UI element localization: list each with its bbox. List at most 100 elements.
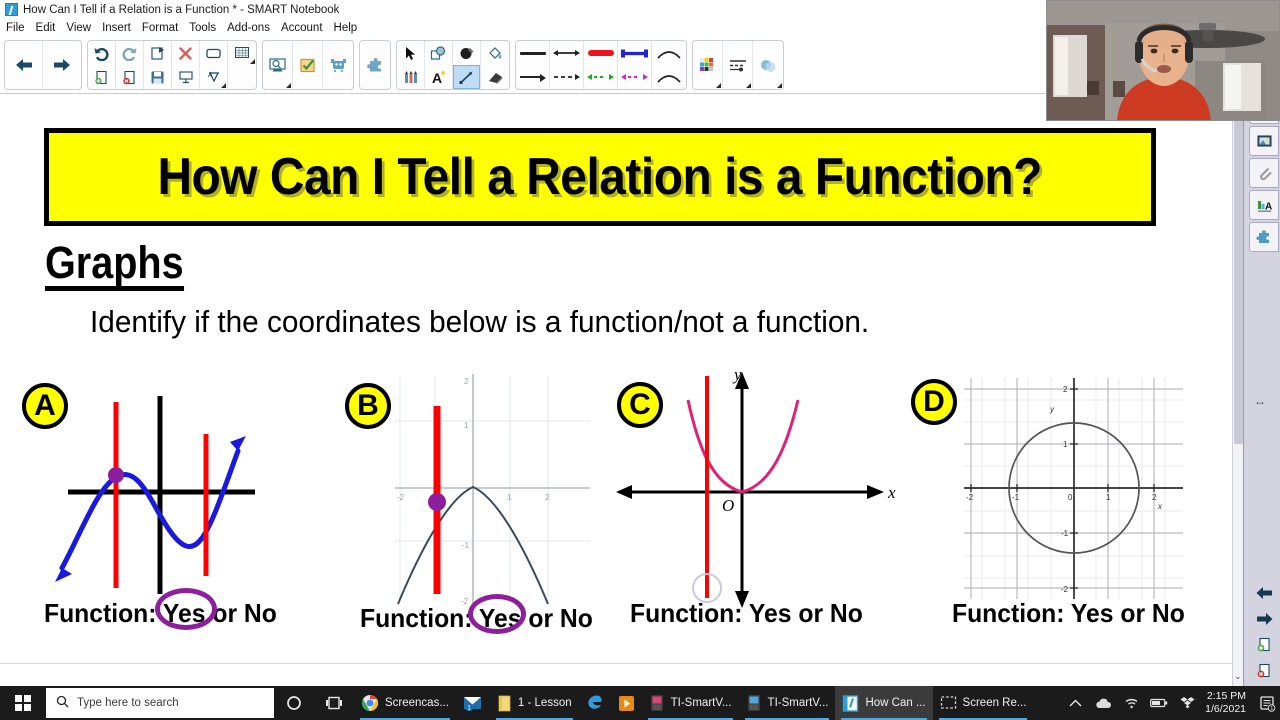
scrollbar-thumb[interactable] bbox=[1234, 94, 1243, 444]
menu-item-addons[interactable]: Add-ons bbox=[227, 22, 277, 34]
taskbar-app-label: TI-SmartV... bbox=[767, 697, 829, 709]
battery-icon[interactable] bbox=[1145, 698, 1173, 708]
action-center-icon[interactable]: 1 bbox=[1254, 695, 1280, 712]
select-pointer-icon[interactable] bbox=[397, 41, 424, 65]
svg-text:2: 2 bbox=[464, 377, 469, 386]
dual-page-icon[interactable]: A bbox=[200, 65, 227, 89]
svg-text:-2: -2 bbox=[966, 493, 974, 502]
taskbar-app-edge[interactable] bbox=[579, 686, 611, 720]
sidebar-item-gallery[interactable] bbox=[1249, 126, 1279, 156]
taskbar-app-chrome[interactable]: Screencas... bbox=[354, 686, 456, 720]
taskbar-app-media-player[interactable] bbox=[611, 686, 642, 720]
graph-d-prompt: Function: Yes or No bbox=[952, 598, 1185, 628]
full-screen-icon[interactable] bbox=[200, 41, 227, 65]
sidebar-item-attachments[interactable] bbox=[1249, 158, 1279, 188]
notebook-canvas[interactable]: How Can I Tell a Relation is a Function?… bbox=[0, 94, 1243, 686]
add-page-icon[interactable] bbox=[88, 65, 115, 89]
sidebar-add-page-icon[interactable] bbox=[1249, 632, 1279, 658]
svg-text:1: 1 bbox=[1270, 706, 1273, 712]
graph-a-prompt: Function: Yes or No bbox=[44, 598, 277, 628]
green-dashed-arrow-icon[interactable] bbox=[584, 65, 617, 89]
svg-text:1: 1 bbox=[467, 705, 471, 712]
taskbar-app-ti-smartview-1[interactable]: TI-SmartV... bbox=[642, 686, 739, 720]
taskbar-app-label: Screen Re... bbox=[962, 697, 1027, 709]
eraser-icon[interactable] bbox=[481, 65, 509, 89]
delete-icon[interactable] bbox=[172, 41, 199, 65]
open-file-icon[interactable] bbox=[144, 41, 171, 65]
right-sidebar: A ↔ bbox=[1243, 94, 1280, 686]
save-icon[interactable] bbox=[144, 65, 171, 89]
single-arrow-line-icon[interactable] bbox=[516, 65, 549, 89]
sidebar-delete-page-icon[interactable] bbox=[1249, 658, 1279, 684]
task-view-icon[interactable] bbox=[314, 686, 354, 720]
back-arrow-icon[interactable] bbox=[5, 41, 42, 89]
pens-icon[interactable] bbox=[397, 65, 424, 89]
sidebar-item-addons[interactable] bbox=[1249, 222, 1279, 252]
dashed-arrow-icon[interactable] bbox=[550, 65, 583, 89]
toolbar-group-tools: A bbox=[396, 40, 510, 90]
color-palette-icon[interactable] bbox=[693, 41, 722, 89]
svg-text:2: 2 bbox=[1152, 493, 1157, 502]
table-icon[interactable] bbox=[228, 41, 256, 65]
plain-line-icon[interactable] bbox=[516, 41, 549, 65]
menu-item-tools[interactable]: Tools bbox=[189, 22, 223, 34]
windows-logo-icon[interactable] bbox=[0, 686, 46, 720]
horizontal-resize-icon[interactable]: ↔ bbox=[1254, 394, 1266, 408]
menu-item-view[interactable]: View bbox=[66, 22, 98, 34]
smart-lab-icon[interactable] bbox=[323, 41, 353, 89]
thick-red-line-icon[interactable] bbox=[584, 41, 617, 65]
svg-text:-2: -2 bbox=[1061, 585, 1069, 594]
puzzle-piece-icon[interactable] bbox=[360, 41, 390, 89]
screen-capture-icon[interactable] bbox=[263, 41, 292, 89]
search-input[interactable]: Type here to search bbox=[46, 688, 274, 718]
cortana-circle-icon[interactable] bbox=[274, 686, 314, 720]
section-heading: Graphs bbox=[45, 239, 184, 292]
taskbar-app-label: TI-SmartV... bbox=[670, 697, 732, 709]
clock-time: 2:15 PM bbox=[1206, 689, 1246, 702]
blue-barbell-line-icon[interactable] bbox=[618, 41, 651, 65]
sidebar-back-arrow-icon[interactable] bbox=[1249, 580, 1279, 606]
transparency-icon[interactable] bbox=[753, 41, 783, 89]
screen-shade-icon[interactable] bbox=[172, 65, 199, 89]
taskbar-app-ti-smartview-2[interactable]: TI-SmartV... bbox=[739, 686, 836, 720]
redo-icon[interactable] bbox=[116, 41, 143, 65]
arc-icon[interactable] bbox=[652, 41, 686, 65]
onedrive-cloud-icon[interactable] bbox=[1089, 698, 1117, 709]
taskbar-app-folder[interactable]: 1 - Lesson bbox=[490, 686, 579, 720]
menu-item-edit[interactable]: Edit bbox=[36, 22, 63, 34]
dropbox-icon[interactable] bbox=[1173, 696, 1201, 710]
menu-item-file[interactable]: File bbox=[6, 22, 32, 34]
sidebar-item-properties[interactable]: A bbox=[1249, 190, 1279, 220]
taskbar-clock[interactable]: 2:15 PM 1/6/2021 bbox=[1201, 690, 1254, 716]
taskbar-app-label: How Can ... bbox=[865, 697, 926, 709]
line-properties-icon[interactable] bbox=[723, 41, 752, 89]
canvas-scrollbar[interactable]: ⌄ bbox=[1232, 94, 1243, 686]
svg-text:A: A bbox=[432, 70, 442, 85]
sidebar-forward-arrow-icon[interactable] bbox=[1249, 606, 1279, 632]
menu-item-help[interactable]: Help bbox=[334, 22, 365, 34]
line-tool-icon[interactable] bbox=[453, 65, 480, 89]
wifi-icon[interactable] bbox=[1117, 697, 1145, 709]
magenta-dashed-arrow-icon[interactable] bbox=[618, 65, 651, 89]
double-arrow-line-icon[interactable] bbox=[550, 41, 583, 65]
fill-bucket-icon[interactable] bbox=[481, 41, 509, 65]
slide-page[interactable]: How Can I Tell a Relation is a Function?… bbox=[0, 94, 1236, 664]
chevron-down-icon[interactable]: ⌄ bbox=[1234, 671, 1242, 682]
taskbar-app-mail[interactable]: 1 bbox=[456, 686, 490, 720]
undo-icon[interactable] bbox=[88, 41, 115, 65]
shape-pen-icon[interactable] bbox=[453, 41, 480, 65]
text-icon[interactable]: A bbox=[425, 65, 452, 89]
taskbar-app-smart-notebook[interactable]: How Can ... bbox=[835, 686, 933, 720]
shapes-icon[interactable] bbox=[425, 41, 452, 65]
toolbar-group-addons bbox=[359, 40, 391, 90]
taskbar-app-screen-recorder[interactable]: Screen Re... bbox=[933, 686, 1034, 720]
menu-item-insert[interactable]: Insert bbox=[102, 22, 138, 34]
delete-page-icon[interactable] bbox=[116, 65, 143, 89]
menu-item-account[interactable]: Account bbox=[281, 22, 330, 34]
graph-item-b: B -2-1 12 1-1 2-2 bbox=[340, 366, 630, 646]
chevron-up-icon[interactable] bbox=[1061, 699, 1089, 708]
arc2-icon[interactable] bbox=[652, 65, 686, 89]
checkbox-response-icon[interactable] bbox=[293, 41, 322, 89]
menu-item-format[interactable]: Format bbox=[142, 22, 185, 34]
forward-arrow-icon[interactable] bbox=[43, 41, 81, 89]
